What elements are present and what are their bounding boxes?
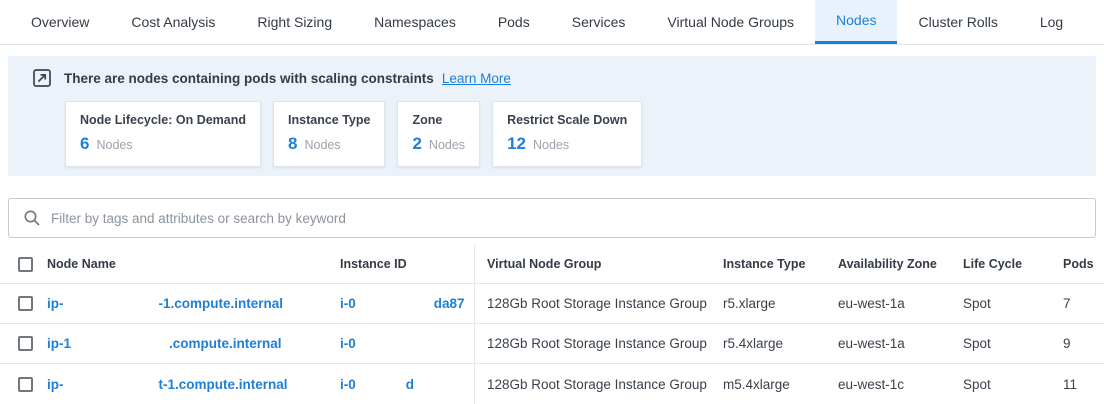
search-input[interactable] [51,211,1095,226]
card-unit: Nodes [96,138,132,152]
table-header-row: Node Name Instance ID Virtual Node Group… [0,245,1104,284]
pods-cell: 9 [1051,336,1104,351]
column-header-life-cycle: Life Cycle [951,257,1051,271]
node-name-link[interactable]: ip-1 .compute.internal [47,336,340,351]
instance-id-link[interactable]: i-0 [340,324,475,363]
scaling-constraints-banner: There are nodes containing pods with sca… [8,56,1096,176]
tab-cost-analysis[interactable]: Cost Analysis [110,0,236,44]
row-checkbox[interactable] [18,377,33,392]
instance-id-link[interactable]: i-0 da87 [340,284,475,323]
select-all-checkbox[interactable] [18,257,33,272]
card-unit: Nodes [304,138,340,152]
tab-cluster-rolls[interactable]: Cluster Rolls [897,0,1018,44]
card-count: 6 [80,134,89,154]
node-name-prefix: ip-1 [47,336,71,351]
redacted-region [64,384,159,385]
instance-id-prefix: i-0 [340,377,356,392]
card-count: 2 [412,134,421,154]
node-name-link[interactable]: ip- -1.compute.internal [47,296,340,311]
scale-out-icon [33,69,51,87]
tab-bar: Overview Cost Analysis Right Sizing Name… [0,0,1104,45]
instance-id-suffix: da87 [434,296,465,311]
virtual-node-group-cell: 128Gb Root Storage Instance Group [475,377,711,392]
instance-id-prefix: i-0 [340,296,356,311]
redacted-region [356,303,434,304]
table-row: ip- -1.compute.internal i-0 da87 128Gb R… [0,284,1104,324]
node-name-prefix: ip- [47,377,64,392]
column-header-pods: Pods [1051,257,1104,271]
search-icon [23,209,41,227]
tab-virtual-node-groups[interactable]: Virtual Node Groups [646,0,815,44]
node-name-suffix: .compute.internal [169,336,282,351]
instance-type-cell: r5.xlarge [711,296,826,311]
tab-log[interactable]: Log [1019,0,1084,44]
redacted-region [71,343,169,344]
card-count: 8 [288,134,297,154]
table-row: ip- t-1.compute.internal i-0 d 128Gb Roo… [0,364,1104,404]
column-header-instance-type: Instance Type [711,257,826,271]
virtual-node-group-cell: 128Gb Root Storage Instance Group [475,336,711,351]
redacted-region [356,343,434,344]
node-name-suffix: -1.compute.internal [159,296,284,311]
nodes-table: Node Name Instance ID Virtual Node Group… [0,245,1104,404]
life-cycle-cell: Spot [951,336,1051,351]
card-count: 12 [507,134,526,154]
tab-services[interactable]: Services [551,0,647,44]
node-name-link[interactable]: ip- t-1.compute.internal [47,377,340,392]
pods-cell: 7 [1051,296,1104,311]
row-checkbox[interactable] [18,296,33,311]
column-header-virtual-node-group: Virtual Node Group [475,257,711,271]
card-title: Instance Type [288,113,370,127]
virtual-node-group-cell: 128Gb Root Storage Instance Group [475,296,711,311]
availability-zone-cell: eu-west-1a [826,296,951,311]
column-header-instance-id: Instance ID [340,245,475,283]
instance-id-suffix: d [406,377,414,392]
tab-nodes[interactable]: Nodes [815,0,897,44]
life-cycle-cell: Spot [951,296,1051,311]
instance-type-cell: r5.4xlarge [711,336,826,351]
instance-type-cell: m5.4xlarge [711,377,826,392]
card-restrict-scale-down[interactable]: Restrict Scale Down 12 Nodes [492,101,642,167]
tab-overview[interactable]: Overview [10,0,110,44]
redacted-region [356,384,406,385]
card-unit: Nodes [429,138,465,152]
row-checkbox[interactable] [18,336,33,351]
pods-cell: 11 [1051,377,1104,392]
availability-zone-cell: eu-west-1c [826,377,951,392]
instance-id-link[interactable]: i-0 d [340,364,475,404]
tab-right-sizing[interactable]: Right Sizing [236,0,353,44]
card-title: Node Lifecycle: On Demand [80,113,246,127]
node-name-suffix: t-1.compute.internal [159,377,288,392]
filter-bar [8,198,1096,238]
tab-namespaces[interactable]: Namespaces [353,0,477,44]
card-instance-type[interactable]: Instance Type 8 Nodes [273,101,385,167]
card-title: Restrict Scale Down [507,113,627,127]
card-zone[interactable]: Zone 2 Nodes [397,101,480,167]
instance-id-prefix: i-0 [340,336,356,351]
redacted-region [64,303,159,304]
life-cycle-cell: Spot [951,377,1051,392]
banner-message: There are nodes containing pods with sca… [64,71,434,86]
node-name-prefix: ip- [47,296,64,311]
availability-zone-cell: eu-west-1a [826,336,951,351]
constraint-cards: Node Lifecycle: On Demand 6 Nodes Instan… [65,101,1096,167]
table-row: ip-1 .compute.internal i-0 128Gb Root St… [0,324,1104,364]
tab-pods[interactable]: Pods [477,0,551,44]
learn-more-link[interactable]: Learn More [442,71,511,86]
card-title: Zone [412,113,465,127]
column-header-availability-zone: Availability Zone [826,257,951,271]
column-header-node-name: Node Name [47,257,340,271]
card-node-lifecycle[interactable]: Node Lifecycle: On Demand 6 Nodes [65,101,261,167]
card-unit: Nodes [533,138,569,152]
